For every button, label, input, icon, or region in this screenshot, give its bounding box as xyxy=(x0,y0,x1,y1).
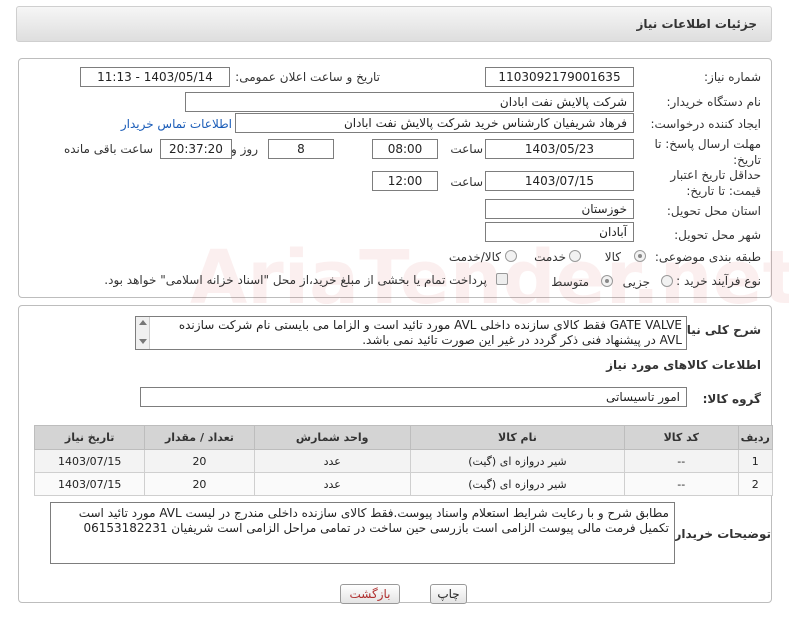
cell-row-number: 2 xyxy=(737,472,774,496)
col-unit: واحد شمارش xyxy=(253,425,411,450)
send-time-label: ساعت xyxy=(450,142,483,156)
price-deadline-label: حداقل تاریخ اعتبار قیمت: تا تاریخ: xyxy=(670,168,761,198)
days-label: روز و xyxy=(231,142,258,156)
price-time-label: ساعت xyxy=(450,175,483,189)
goods-table: ردیف کد کالا نام کالا واحد شمارش تعداد /… xyxy=(33,425,774,496)
price-date-field[interactable]: 1403/07/15 xyxy=(485,171,634,191)
requester-field[interactable]: فرهاد شریفیان کارشناس خرید شرکت پالایش ن… xyxy=(235,113,634,133)
category-goods-label: کالا xyxy=(604,250,621,264)
need-number-label: شماره نیاز: xyxy=(704,70,761,84)
announce-label: تاریخ و ساعت اعلان عمومی: xyxy=(235,70,380,84)
city-field[interactable]: آبادان xyxy=(485,222,634,242)
process-label: نوع فرآیند خرید : xyxy=(676,274,761,288)
payment-checkbox[interactable] xyxy=(496,273,508,285)
cell-quantity: 20 xyxy=(144,449,255,473)
process-radio-medium[interactable] xyxy=(601,275,613,287)
scroll-down-icon[interactable] xyxy=(139,339,147,344)
cell-goods-code: -- xyxy=(624,449,739,473)
buyer-notes-textarea[interactable]: مطابق شرح و با رعایت شرایط استعلام واسنا… xyxy=(50,502,675,564)
send-time-field[interactable]: 08:00 xyxy=(372,139,438,159)
buyer-org-field[interactable]: شرکت پالایش نفت ابادان xyxy=(185,92,634,112)
print-button[interactable]: چاپ xyxy=(430,584,467,604)
page-title: جزئیات اطلاعات نیاز xyxy=(636,17,757,31)
description-textarea[interactable]: GATE VALVE فقط کالای سازنده داخلی AVL مو… xyxy=(135,316,687,350)
table-row: 2 -- شیر دروازه ای (گیت) عدد 20 1403/07/… xyxy=(33,472,774,496)
goods-section-title: اطلاعات کالاهای مورد نیاز xyxy=(606,358,761,372)
process-medium-label: متوسط xyxy=(551,275,589,289)
payment-note: پرداخت تمام یا بخشی از مبلغ خرید،از محل … xyxy=(104,273,487,287)
category-both-label: کالا/خدمت xyxy=(448,250,501,264)
cell-need-date: 1403/07/15 xyxy=(33,472,146,496)
need-number-field[interactable]: 1103092179001635 xyxy=(485,67,634,87)
cell-need-date: 1403/07/15 xyxy=(33,449,146,473)
process-radio-minor[interactable] xyxy=(661,275,673,287)
city-label: شهر محل تحویل: xyxy=(674,228,761,242)
cell-goods-name: شیر دروازه ای (گیت) xyxy=(409,449,626,473)
cell-quantity: 20 xyxy=(144,472,255,496)
remaining-label: ساعت باقی مانده xyxy=(63,142,153,156)
buyer-notes-label: توضیحات خریدار: xyxy=(669,527,771,541)
remaining-time-field[interactable]: 20:37:20 xyxy=(160,139,232,159)
table-row: 1 -- شیر دروازه ای (گیت) عدد 20 1403/07/… xyxy=(33,449,774,473)
category-radio-service[interactable] xyxy=(569,250,581,262)
cell-unit: عدد xyxy=(253,472,411,496)
col-row-number: ردیف xyxy=(737,425,774,450)
col-goods-code: کد کالا xyxy=(624,425,739,450)
send-date-field[interactable]: 1403/05/23 xyxy=(485,139,634,159)
category-radio-goods[interactable] xyxy=(634,250,646,262)
scroll-up-icon[interactable] xyxy=(139,320,147,325)
province-label: استان محل تحویل: xyxy=(666,204,761,218)
page-header: جزئیات اطلاعات نیاز xyxy=(16,6,772,42)
goods-group-field[interactable]: امور تاسیساتی xyxy=(140,387,687,407)
price-time-field[interactable]: 12:00 xyxy=(372,171,438,191)
description-text: GATE VALVE فقط کالای سازنده داخلی AVL مو… xyxy=(178,318,682,347)
send-deadline-label: مهلت ارسال پاسخ: تا تاریخ: xyxy=(654,137,761,167)
cell-goods-code: -- xyxy=(624,472,739,496)
category-service-label: خدمت xyxy=(534,250,566,264)
table-header-row: ردیف کد کالا نام کالا واحد شمارش تعداد /… xyxy=(33,425,774,450)
days-field[interactable]: 8 xyxy=(268,139,334,159)
col-need-date: تاریخ نیاز xyxy=(33,425,146,450)
back-button[interactable]: بازگشت xyxy=(340,584,400,604)
description-scrollbar[interactable] xyxy=(136,317,150,349)
buyer-notes-text: مطابق شرح و با رعایت شرایط استعلام واسنا… xyxy=(78,506,669,535)
buyer-org-label: نام دستگاه خریدار: xyxy=(666,95,762,109)
province-field[interactable]: خوزستان xyxy=(485,199,634,219)
announce-field[interactable]: 1403/05/14 - 11:13 xyxy=(80,67,230,87)
col-quantity: تعداد / مقدار xyxy=(144,425,255,450)
cell-unit: عدد xyxy=(253,449,411,473)
goods-group-label: گروه کالا: xyxy=(702,392,761,406)
buyer-contact-link[interactable]: اطلاعات تماس خریدار xyxy=(121,117,232,131)
col-goods-name: نام کالا xyxy=(409,425,626,450)
cell-goods-name: شیر دروازه ای (گیت) xyxy=(409,472,626,496)
description-label: شرح کلی نیاز: xyxy=(675,323,761,337)
category-label: طبقه بندی موضوعی: xyxy=(654,250,761,264)
process-minor-label: جزیی xyxy=(622,275,650,289)
requester-label: ایجاد کننده درخواست: xyxy=(650,117,761,131)
cell-row-number: 1 xyxy=(737,449,774,473)
category-radio-both[interactable] xyxy=(505,250,517,262)
